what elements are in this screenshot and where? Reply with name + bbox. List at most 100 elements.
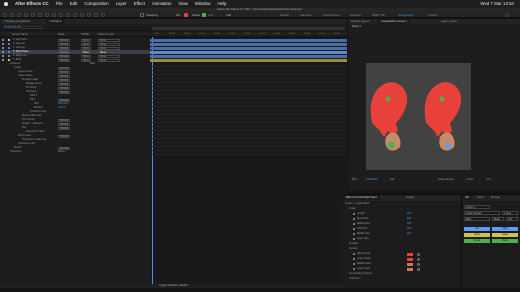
pan-behind-tool-icon[interactable]	[45, 13, 49, 17]
zoom-level[interactable]: 50%	[352, 177, 357, 183]
property-value[interactable]: Reset	[58, 150, 65, 154]
pose-button[interactable]: Right	[492, 227, 518, 231]
zoom-tool-icon[interactable]	[24, 13, 28, 17]
workspace-swing-right[interactable]: Swing Right	[398, 13, 413, 17]
left-select[interactable]: Left	[506, 217, 518, 221]
effect-group-name[interactable]: Finger	[349, 207, 356, 211]
keyframe-stopwatch-icon[interactable]	[353, 263, 355, 265]
workspace-swip-tvp[interactable]: SWIP TVP	[372, 13, 385, 17]
tab-info[interactable]: Info	[462, 195, 473, 200]
tab-audio[interactable]: Audio	[474, 195, 486, 200]
menu-layer[interactable]: Layer	[116, 0, 127, 8]
pose-button[interactable]: Center	[464, 239, 490, 243]
type-tool-icon[interactable]	[66, 13, 70, 17]
effect-group-name[interactable]: Colours	[349, 247, 358, 251]
menu-app-name[interactable]: After Effects CC	[15, 0, 49, 8]
pose-button[interactable]: Back	[492, 239, 518, 243]
layer-duration-bar[interactable]	[150, 58, 347, 62]
layer-search-input[interactable]	[20, 25, 42, 29]
rotate-tool-icon[interactable]	[31, 13, 35, 17]
menu-file[interactable]: File	[56, 0, 63, 8]
pose-button[interactable]: Upper	[464, 233, 490, 237]
apple-icon[interactable]	[4, 2, 8, 6]
selection-tool-icon[interactable]	[10, 13, 14, 17]
color-swatch[interactable]	[407, 257, 413, 261]
keyframe-stopwatch-icon[interactable]	[353, 218, 355, 220]
puppet-tool-icon[interactable]	[101, 13, 105, 17]
main-select[interactable]: Main	[464, 217, 490, 221]
snapping-checkbox[interactable]	[140, 13, 144, 17]
keyframe-stopwatch-icon[interactable]	[353, 253, 355, 255]
current-timecode[interactable]: 0:00:00:00	[4, 25, 21, 30]
label-color-icon[interactable]	[8, 51, 10, 53]
eye-icon[interactable]	[2, 59, 4, 61]
effect-row[interactable]: Chill Size 100	[343, 227, 461, 231]
layer-duration-bar[interactable]	[150, 50, 347, 54]
clone-tool-icon[interactable]	[80, 13, 84, 17]
eye-icon[interactable]	[2, 43, 4, 45]
effect-property-value[interactable]: 100	[407, 212, 411, 216]
effect-property-value[interactable]: 100	[407, 227, 411, 231]
tab-layer[interactable]: Layer (none)	[438, 19, 460, 24]
label-color-icon[interactable]	[8, 59, 10, 61]
view-select[interactable]: 1 View	[502, 211, 518, 215]
property-row[interactable]: Transform Reset	[0, 150, 150, 154]
color-swatch[interactable]	[407, 252, 413, 256]
workspace-standard[interactable]: Standard	[300, 13, 311, 17]
menu-edit[interactable]: Edit	[70, 0, 78, 8]
eye-icon[interactable]	[2, 51, 4, 53]
effect-row[interactable]: Transform	[343, 277, 461, 281]
camera-select[interactable]: Active Camera	[464, 211, 500, 215]
menu-animation[interactable]: Animation	[152, 0, 172, 8]
reset-button[interactable]: Reset	[492, 217, 504, 221]
keyframe-stopwatch-icon[interactable]	[353, 258, 355, 260]
workspace-default[interactable]: Default	[280, 13, 289, 17]
color-swatch[interactable]	[407, 262, 413, 266]
keyframe-stopwatch-icon[interactable]	[353, 228, 355, 230]
eraser-tool-icon[interactable]	[87, 13, 91, 17]
eye-icon[interactable]	[2, 55, 4, 57]
keyframe-stopwatch-icon[interactable]	[353, 233, 355, 235]
label-color-icon[interactable]	[8, 55, 10, 57]
eyedropper-icon[interactable]	[417, 257, 420, 261]
eye-icon[interactable]	[2, 39, 4, 41]
eyedropper-icon[interactable]	[417, 262, 420, 266]
stroke-width-value[interactable]: 2 px	[208, 13, 213, 17]
effect-row[interactable]: Layer Color	[343, 267, 461, 271]
layer-duration-bar[interactable]	[150, 38, 347, 42]
effect-row[interactable]: Bend Size 100	[343, 217, 461, 221]
keyframe-stopwatch-icon[interactable]	[353, 238, 355, 240]
effect-group-name[interactable]: Transform	[349, 277, 360, 281]
comp-select[interactable]: Comp 1 ~	[464, 205, 490, 209]
timeline-tracks[interactable]	[150, 37, 347, 284]
stroke-color-swatch[interactable]	[202, 13, 206, 17]
property-name[interactable]: Transform	[10, 150, 21, 154]
pose-button[interactable]: Left	[464, 227, 490, 231]
exposure[interactable]: +0.0	[486, 177, 491, 183]
keyframe-stopwatch-icon[interactable]	[353, 268, 355, 270]
tab-composition[interactable]: Composition Comp 1	[378, 19, 411, 24]
effect-group-name[interactable]: Compositing Options	[349, 272, 372, 276]
comp-timecode[interactable]: 0:00:00:00	[366, 177, 377, 183]
layer-duration-bar[interactable]	[150, 42, 347, 46]
layer-duration-bar[interactable]	[150, 46, 347, 50]
eye-icon[interactable]	[2, 47, 4, 49]
view-layout[interactable]: 1 View	[466, 177, 473, 183]
workspace-small-screen[interactable]: Small Screen	[323, 13, 340, 17]
effect-row[interactable]: Middle Color	[343, 262, 461, 266]
effect-property-value[interactable]: 100	[407, 232, 411, 236]
navigator-thumb[interactable]	[152, 27, 345, 30]
search-help-icon[interactable]	[505, 13, 509, 17]
menu-view[interactable]: View	[178, 0, 187, 8]
toggle-switches-modes[interactable]: Toggle Switches / Modes	[0, 284, 347, 288]
pose-button[interactable]: Lower	[492, 233, 518, 237]
workspace-libraries[interactable]: Libraries	[350, 13, 361, 17]
label-color-icon[interactable]	[8, 47, 10, 49]
tab-effect-controls[interactable]: Effect Controls Right Hand	[343, 195, 380, 200]
color-swatch[interactable]	[407, 267, 413, 271]
effect-row[interactable]: Compositing Options	[343, 272, 461, 276]
tab-preview[interactable]: Preview	[488, 195, 503, 200]
time-navigator[interactable]	[150, 26, 347, 31]
comp-name-chip[interactable]: Comp 1	[352, 25, 361, 29]
tab-project[interactable]: Project	[403, 195, 417, 200]
